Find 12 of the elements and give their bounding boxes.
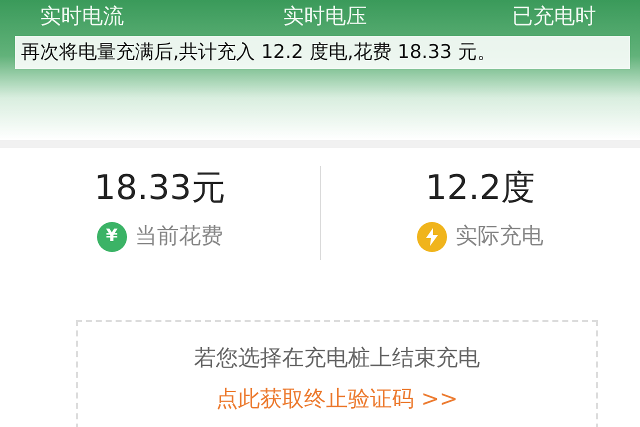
notice-text: 若您选择在充电桩上结束充电 [193,345,481,373]
metric-label: 实时电压 [283,3,368,30]
caption: 再次将电量充满后,共计充入 12.2 度电,花费 18.33 元。 [15,36,630,68]
amount-value: 18.33元 [94,167,226,210]
amount-label: 当前花费 [134,223,223,251]
amount-value: 12.2度 [425,167,536,210]
verification-code-link[interactable]: 点此获取终止验证码 >> [216,387,458,412]
lightning-icon [417,222,448,252]
metric-label: 已充电时 [512,3,596,30]
yen-icon: ¥ [96,222,127,252]
metric-label: 实时电流 [40,3,125,30]
amount-label: 实际充电 [455,223,544,251]
